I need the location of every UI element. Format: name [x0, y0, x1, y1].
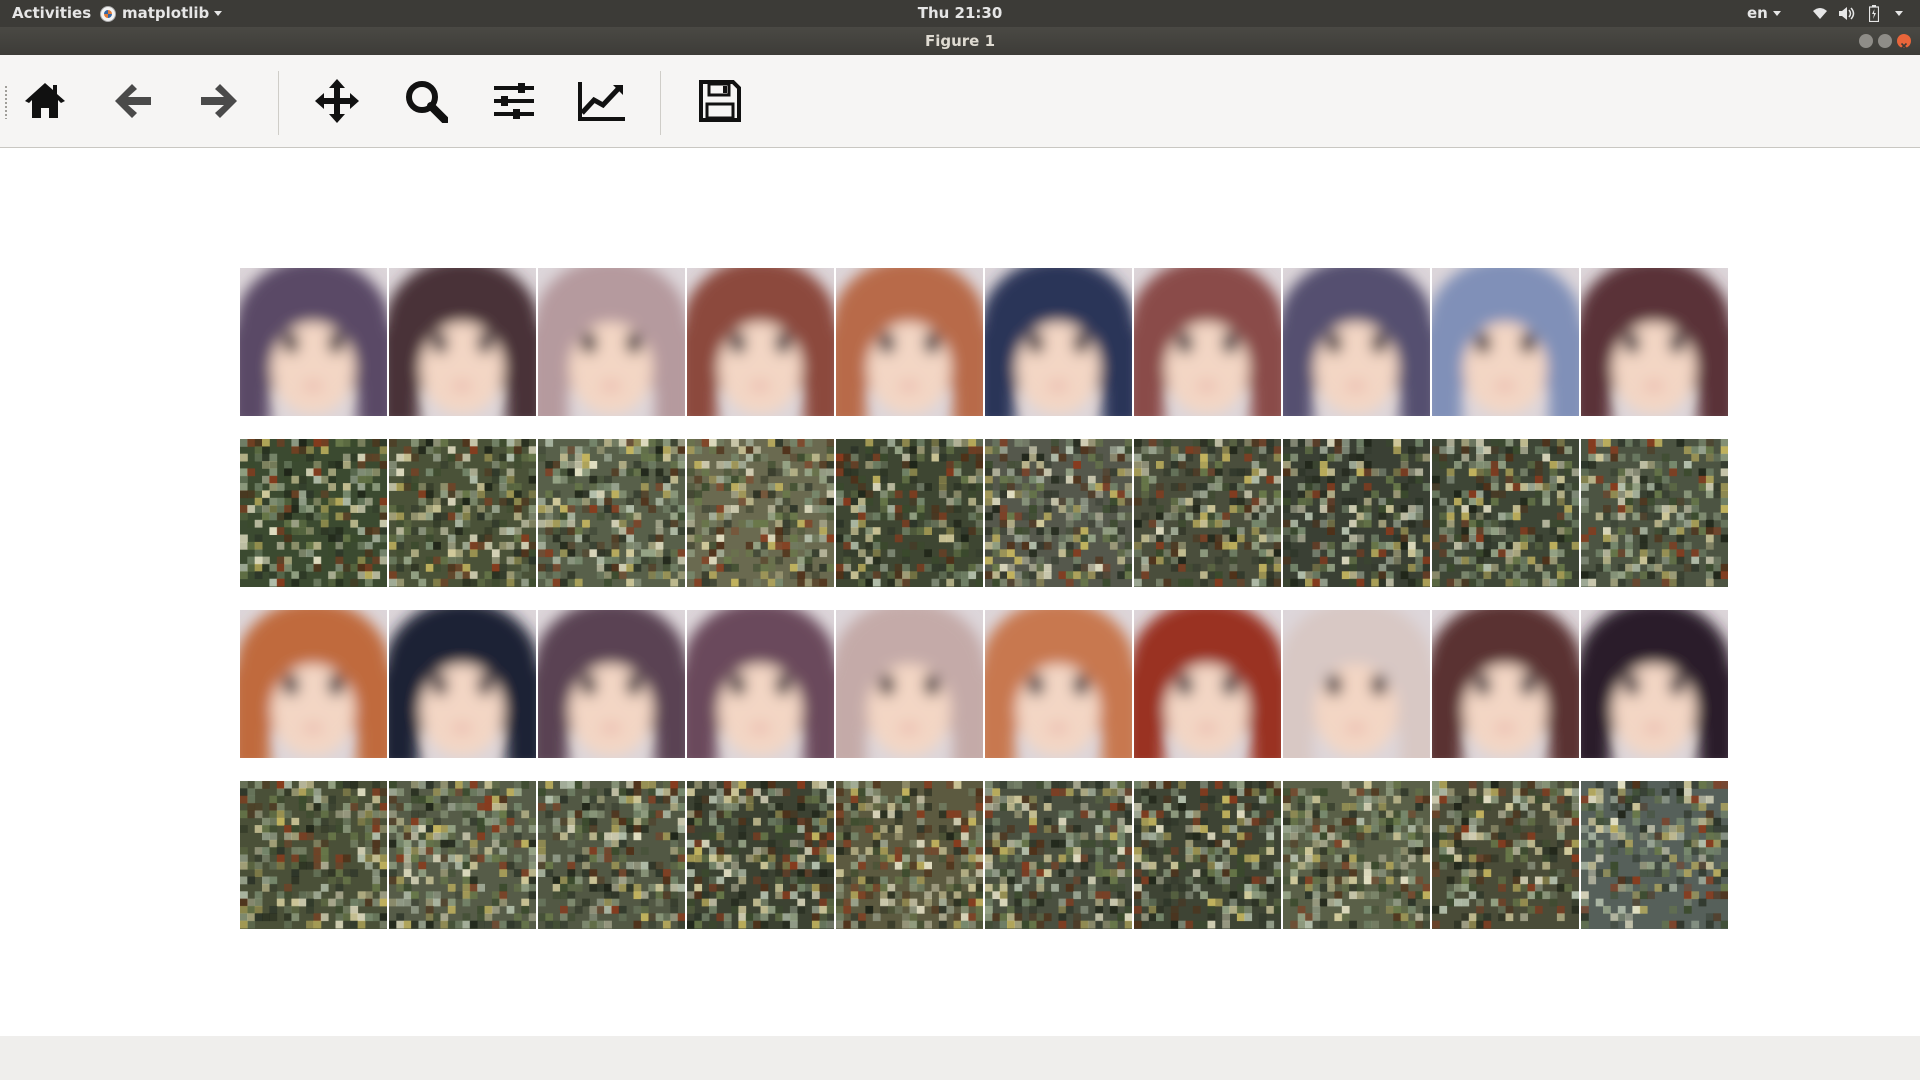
- zoom-magnifier-icon: [404, 79, 449, 127]
- generated-face-image: [1432, 268, 1579, 416]
- configure-subplots-button[interactable]: [486, 75, 542, 131]
- edit-axes-button[interactable]: [574, 75, 630, 131]
- window-title-bar[interactable]: Figure 1: [0, 27, 1920, 55]
- generated-noise-image: [836, 781, 983, 929]
- generated-face-image: [389, 610, 536, 758]
- generated-face-image: [985, 268, 1132, 416]
- back-button[interactable]: [105, 75, 161, 131]
- volume-icon[interactable]: [1838, 6, 1856, 20]
- app-menu-label: matplotlib: [122, 4, 210, 22]
- generated-face-image: [1283, 268, 1430, 416]
- generated-noise-image: [836, 439, 983, 587]
- generated-noise-image: [389, 781, 536, 929]
- generated-face-image: [1134, 610, 1281, 758]
- close-window-icon[interactable]: [1897, 34, 1911, 50]
- toolbar-separator: [660, 71, 661, 135]
- generated-face-image: [836, 268, 983, 416]
- generated-face-image: [1581, 268, 1728, 416]
- app-menu[interactable]: matplotlib: [100, 0, 223, 27]
- figure-canvas[interactable]: [0, 148, 1920, 1036]
- window-title: Figure 1: [924, 32, 996, 50]
- generated-noise-image: [538, 781, 685, 929]
- power-menu-icon[interactable]: [1895, 0, 1903, 27]
- generated-face-image: [240, 610, 387, 758]
- generated-noise-image: [1432, 781, 1579, 929]
- generated-noise-image: [1283, 781, 1430, 929]
- generated-face-image: [240, 268, 387, 416]
- generated-face-image: [836, 610, 983, 758]
- image-grid-row: [240, 781, 1729, 929]
- generated-noise-image: [1134, 439, 1281, 587]
- generated-face-image: [538, 268, 685, 416]
- generated-noise-image: [538, 439, 685, 587]
- edit-axes-icon: [577, 81, 627, 125]
- wifi-icon[interactable]: [1812, 7, 1828, 21]
- generated-face-image: [1581, 610, 1728, 758]
- generated-noise-image: [687, 439, 834, 587]
- generated-noise-image: [985, 781, 1132, 929]
- generated-face-image: [1134, 268, 1281, 416]
- image-grid-row: [240, 268, 1729, 416]
- language-indicator[interactable]: en: [1747, 0, 1781, 27]
- generated-noise-image: [1134, 781, 1281, 929]
- generated-face-image: [1432, 610, 1579, 758]
- language-label: en: [1747, 4, 1768, 22]
- generated-face-image: [1283, 610, 1430, 758]
- zoom-button[interactable]: [398, 75, 454, 131]
- save-floppy-icon: [699, 80, 741, 126]
- minimize-window-icon[interactable]: [1859, 34, 1873, 48]
- toolbar-grip-handle[interactable]: [4, 85, 8, 119]
- generated-face-image: [538, 610, 685, 758]
- save-button[interactable]: [692, 75, 748, 131]
- toolbar-separator: [278, 71, 279, 135]
- forward-arrow-icon: [199, 82, 239, 124]
- matplotlib-logo-icon: [100, 5, 116, 22]
- image-grid-row: [240, 610, 1729, 758]
- home-icon: [24, 81, 66, 125]
- generated-noise-image: [240, 439, 387, 587]
- chevron-down-icon: [214, 11, 223, 16]
- generated-noise-image: [240, 781, 387, 929]
- generated-noise-image: [1581, 439, 1728, 587]
- chevron-down-icon: [1772, 11, 1781, 16]
- status-bar: [0, 1036, 1920, 1080]
- clock[interactable]: Thu 21:30: [918, 4, 1003, 22]
- home-button[interactable]: [17, 75, 73, 131]
- generated-noise-image: [985, 439, 1132, 587]
- battery-icon[interactable]: [1869, 5, 1879, 22]
- generated-noise-image: [1283, 439, 1430, 587]
- image-grid-row: [240, 439, 1729, 587]
- back-arrow-icon: [113, 82, 153, 124]
- navigation-toolbar: [0, 55, 1920, 148]
- maximize-window-icon[interactable]: [1878, 34, 1892, 48]
- gnome-top-bar: Activities matplotlib Thu 21:30 en: [0, 0, 1920, 27]
- generated-face-image: [687, 610, 834, 758]
- activities-button[interactable]: Activities: [12, 0, 91, 27]
- generated-face-image: [389, 268, 536, 416]
- generated-noise-image: [1432, 439, 1579, 587]
- generated-noise-image: [1581, 781, 1728, 929]
- configure-subplots-icon: [492, 81, 536, 125]
- pan-move-icon: [314, 78, 360, 128]
- generated-face-image: [687, 268, 834, 416]
- generated-noise-image: [687, 781, 834, 929]
- forward-button[interactable]: [191, 75, 247, 131]
- generated-face-image: [985, 610, 1132, 758]
- pan-button[interactable]: [309, 75, 365, 131]
- generated-noise-image: [389, 439, 536, 587]
